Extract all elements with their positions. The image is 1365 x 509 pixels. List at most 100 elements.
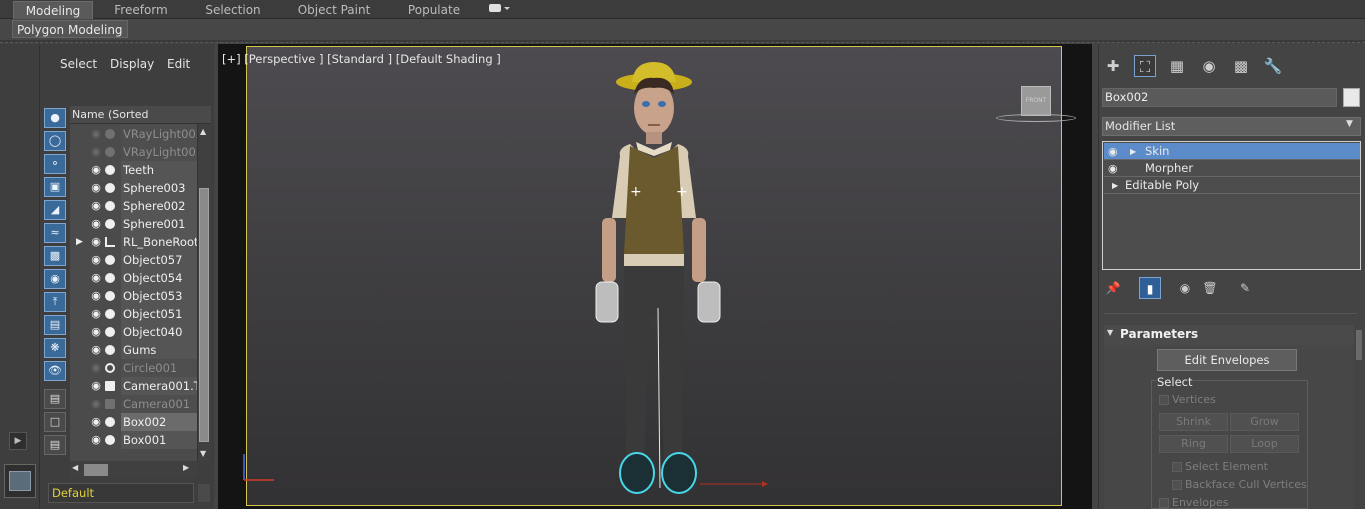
list-item[interactable]: ◉ Sphere002 [70, 197, 197, 215]
filter-shapes-icon[interactable]: ◯ [44, 131, 66, 151]
show-end-result-icon[interactable]: ▮ [1139, 277, 1161, 299]
envelopes-checkbox[interactable] [1159, 498, 1169, 508]
visibility-eye-icon[interactable]: ◉ [89, 305, 103, 323]
list-item[interactable]: ▶ ◉ RL_BoneRoot [70, 233, 197, 251]
remove-modifier-icon[interactable]: 🗑 [1199, 277, 1221, 299]
visibility-eye-icon[interactable]: ◉ [89, 125, 103, 143]
list-item[interactable]: ◉ Gums [70, 341, 197, 359]
tab-object-paint[interactable]: Object Paint [290, 1, 378, 19]
display-tab-icon[interactable]: ▩ [1230, 55, 1252, 77]
explorer-menu-edit[interactable]: Edit [167, 57, 190, 71]
backface-cull-checkbox[interactable] [1172, 480, 1182, 490]
panel-scroll-thumb[interactable] [1356, 330, 1362, 360]
list-item[interactable]: ◉ Object040 [70, 323, 197, 341]
modifier-list-dropdown[interactable]: Modifier List [1102, 117, 1361, 136]
filter-visibility-icon[interactable]: 👁 [44, 361, 66, 381]
viewcube-icon[interactable]: FRONT [1021, 86, 1051, 116]
layer-dropdown-button[interactable] [198, 484, 210, 502]
visibility-eye-icon[interactable]: ◉ [1108, 160, 1118, 177]
layer-field[interactable]: Default [48, 483, 194, 503]
vertical-scroll-thumb[interactable] [199, 188, 209, 442]
scroll-right-icon[interactable]: ▶ [183, 463, 189, 472]
pin-stack-icon[interactable]: 📌 [1102, 277, 1124, 299]
visibility-eye-icon[interactable]: ◉ [89, 287, 103, 305]
visibility-eye-icon[interactable]: ◉ [1108, 143, 1118, 160]
ring-button[interactable]: Ring [1159, 435, 1228, 453]
blank-view-icon[interactable]: □ [44, 412, 66, 432]
visibility-eye-icon[interactable]: ◉ [89, 341, 103, 359]
list-item[interactable]: ◉ Object053 [70, 287, 197, 305]
stack-item-skin[interactable]: ◉ ▶ Skin [1104, 143, 1360, 160]
create-tab-icon[interactable]: ✚ [1102, 55, 1124, 77]
viewport-labels[interactable]: [+] [Perspective ] [Standard ] [Default … [222, 52, 501, 66]
list-item[interactable]: ◉ Box001 [70, 431, 197, 449]
visibility-eye-icon[interactable]: ◉ [89, 377, 103, 395]
loop-button[interactable]: Loop [1230, 435, 1299, 453]
object-color-swatch[interactable] [1343, 88, 1360, 107]
filter-groups-icon[interactable]: ▩ [44, 246, 66, 266]
list-item[interactable]: ◉ VRayLight002 [70, 125, 197, 143]
visibility-eye-icon[interactable]: ◉ [89, 413, 103, 431]
configure-sets-icon[interactable]: ✎ [1234, 277, 1256, 299]
expand-arrow-icon[interactable]: ▶ [76, 233, 83, 251]
list-item[interactable]: ◉ Object054 [70, 269, 197, 287]
shrink-button[interactable]: Shrink [1159, 413, 1228, 431]
tab-selection[interactable]: Selection [192, 1, 274, 19]
visibility-eye-icon[interactable]: ◉ [89, 161, 103, 179]
object-name-field[interactable]: Box002 [1102, 88, 1337, 107]
collapse-arrow-icon[interactable]: ▼ [1107, 328, 1113, 337]
filter-xrefs-icon[interactable]: ◉ [44, 269, 66, 289]
visibility-eye-icon[interactable]: ◉ [89, 269, 103, 287]
visibility-eye-icon[interactable]: ◉ [89, 395, 103, 413]
expand-arrow-icon[interactable]: ▶ [9, 432, 27, 450]
visibility-eye-icon[interactable]: ◉ [89, 197, 103, 215]
visibility-eye-icon[interactable]: ◉ [89, 359, 103, 377]
filter-spacewarps-icon[interactable]: ≈ [44, 223, 66, 243]
expand-arrow-icon[interactable]: ▶ [1112, 177, 1118, 194]
filter-lights-icon[interactable]: ⚬ [44, 154, 66, 174]
list-item[interactable]: ◉ Object051 [70, 305, 197, 323]
vertices-checkbox[interactable] [1159, 395, 1169, 405]
utilities-tab-icon[interactable]: 🔧 [1262, 55, 1284, 77]
filter-containers-icon[interactable]: ▤ [44, 315, 66, 335]
filter-bones-icon[interactable]: ⤒ [44, 292, 66, 312]
ribbon-options-dropdown[interactable] [484, 1, 514, 19]
motion-tab-icon[interactable]: ◉ [1198, 55, 1220, 77]
list-item[interactable]: ◉ Camera001.Ta [70, 377, 197, 395]
viewcube-ring[interactable] [996, 114, 1076, 122]
grow-button[interactable]: Grow [1230, 413, 1299, 431]
list-item-selected[interactable]: ◉ Box002 [70, 413, 197, 431]
visibility-eye-icon[interactable]: ◉ [89, 431, 103, 449]
list-item[interactable]: ◉ Sphere001 [70, 215, 197, 233]
edit-envelopes-button[interactable]: Edit Envelopes [1157, 349, 1297, 371]
name-column-header[interactable]: Name (Sorted Descending) [70, 106, 211, 139]
tab-modeling[interactable]: Modeling [13, 1, 93, 19]
explorer-menu-select[interactable]: Select [60, 57, 97, 71]
explorer-menu-display[interactable]: Display [110, 57, 154, 71]
make-unique-icon[interactable]: ◉ [1174, 277, 1196, 299]
tab-populate[interactable]: Populate [396, 1, 472, 19]
filter-cameras-icon[interactable]: ▣ [44, 177, 66, 197]
list-item[interactable]: ◉ Teeth [70, 161, 197, 179]
list-item[interactable]: ◉ Sphere003 [70, 179, 197, 197]
modify-tab-icon[interactable]: ⛶ [1134, 55, 1156, 77]
layer-view-icon[interactable]: ▤ [44, 435, 66, 455]
visibility-eye-icon[interactable]: ◉ [89, 233, 103, 251]
horizontal-scroll-thumb[interactable] [84, 464, 108, 476]
hierarchy-tab-icon[interactable]: ▦ [1166, 55, 1188, 77]
scroll-up-icon[interactable]: ▲ [200, 127, 206, 136]
select-element-checkbox[interactable] [1172, 462, 1182, 472]
filter-all-icon[interactable]: ❋ [44, 338, 66, 358]
tab-freeform[interactable]: Freeform [100, 1, 182, 19]
list-item[interactable]: ◉ Circle001 [70, 359, 197, 377]
stack-item-morpher[interactable]: ◉ Morpher [1104, 160, 1360, 177]
visibility-eye-icon[interactable]: ◉ [89, 251, 103, 269]
filter-geometry-icon[interactable]: ● [44, 108, 66, 128]
polygon-modeling-panel[interactable]: Polygon Modeling [12, 20, 128, 38]
expand-arrow-icon[interactable]: ▶ [1130, 143, 1136, 160]
visibility-eye-icon[interactable]: ◉ [89, 179, 103, 197]
scroll-down-icon[interactable]: ▼ [200, 449, 206, 458]
list-item[interactable]: ◉ VRayLight001 [70, 143, 197, 161]
visibility-eye-icon[interactable]: ◉ [89, 143, 103, 161]
list-item[interactable]: ◉ Object057 [70, 251, 197, 269]
